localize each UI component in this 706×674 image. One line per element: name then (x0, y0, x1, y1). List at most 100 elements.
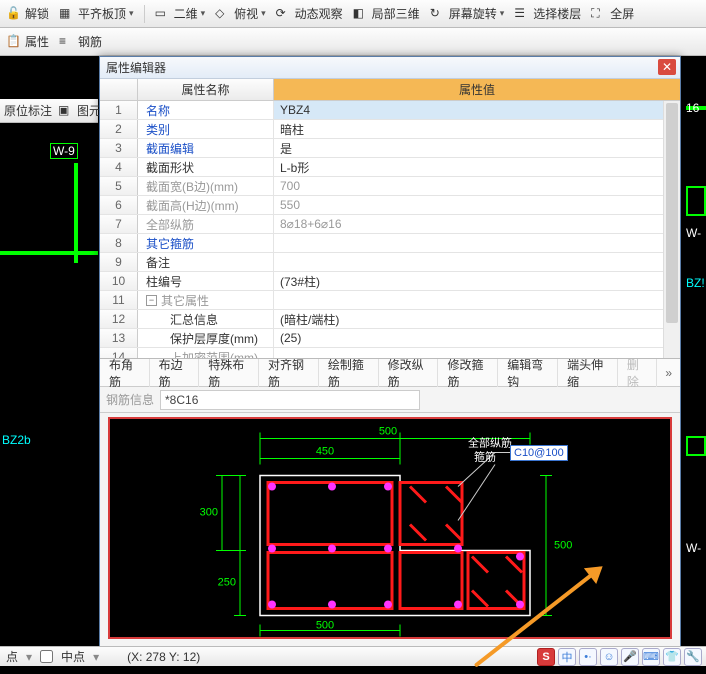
property-row[interactable]: 1名称YBZ4 (100, 101, 680, 120)
property-row[interactable]: 2类别暗柱 (100, 120, 680, 139)
property-value[interactable]: L-b形 (274, 158, 680, 176)
ime-sogou-icon[interactable]: S (537, 648, 555, 666)
dialog-titlebar[interactable]: 属性编辑器 ✕ (100, 57, 680, 79)
row-number: 11 (100, 291, 138, 309)
property-value[interactable]: 550 (274, 196, 680, 214)
inplace-label-button[interactable]: 原位标注 (4, 102, 52, 119)
tab-corner-bar[interactable]: 布角筋 (100, 359, 150, 387)
property-row[interactable]: 14上加密范围(mm) (100, 348, 680, 359)
ime-tool-icon[interactable]: 🔧 (684, 648, 702, 666)
local-3d-button[interactable]: ◧局部三维 (353, 5, 420, 22)
element-icon: ▣ (58, 103, 74, 119)
tab-align-bar[interactable]: 对齐钢筋 (259, 359, 319, 387)
rebar-button[interactable]: ≡钢筋 (59, 33, 102, 50)
tab-delete[interactable]: 删除 (618, 359, 657, 387)
property-value[interactable] (274, 234, 680, 252)
property-row[interactable]: 3截面编辑是 (100, 139, 680, 158)
ime-punct-icon[interactable]: •· (579, 648, 597, 666)
fullscreen-button[interactable]: ⛶全屏 (591, 5, 634, 22)
property-row[interactable]: 4截面形状L-b形 (100, 158, 680, 177)
property-value[interactable]: 700 (274, 177, 680, 195)
tabs-overflow[interactable]: » (657, 366, 680, 380)
property-grid: 属性名称 属性值 1名称YBZ42类别暗柱3截面编辑是4截面形状L-b形5截面宽… (100, 79, 680, 359)
property-value[interactable]: 是 (274, 139, 680, 157)
property-row[interactable]: 10柱编号(73#柱) (100, 272, 680, 291)
row-number: 14 (100, 348, 138, 359)
tab-special-bar[interactable]: 特殊布筋 (199, 359, 259, 387)
ime-lang-button[interactable]: 中 (558, 648, 576, 666)
row-number: 6 (100, 196, 138, 214)
property-name: 柱编号 (138, 272, 274, 290)
tab-edit-hook[interactable]: 编辑弯钩 (498, 359, 558, 387)
top-view-button[interactable]: ◇俯视▾ (215, 5, 266, 22)
svg-text:箍筋: 箍筋 (474, 450, 496, 464)
status-bar: 点 ▾ 中点 ▾ (X: 278 Y: 12) S 中 •· ☺ 🎤 ⌨ 👕 🔧 (0, 646, 706, 666)
property-row[interactable]: 9备注 (100, 253, 680, 272)
cad-right-label: W- (686, 541, 701, 555)
ime-voice-icon[interactable]: 🎤 (621, 648, 639, 666)
orbit-button[interactable]: ⟳动态观察 (276, 5, 343, 22)
property-value[interactable]: (暗柱/端柱) (274, 310, 680, 328)
unlock-button[interactable]: 🔓解锁 (6, 5, 49, 22)
property-row[interactable]: 11−其它属性 (100, 291, 680, 310)
property-row[interactable]: 13保护层厚度(mm)(25) (100, 329, 680, 348)
tab-modify-stirrup[interactable]: 修改箍筋 (438, 359, 498, 387)
cad-wall-h (0, 251, 98, 255)
row-number: 12 (100, 310, 138, 328)
property-value[interactable]: 8⌀18+6⌀16 (274, 215, 680, 233)
tree-toggle-icon[interactable]: − (146, 295, 157, 306)
tab-end-extend[interactable]: 端头伸缩 (558, 359, 618, 387)
align-slab-button[interactable]: ▦平齐板顶▾ (59, 5, 134, 22)
property-name: −其它属性 (138, 291, 274, 309)
scroll-thumb[interactable] (666, 103, 678, 323)
property-value[interactable]: 暗柱 (274, 120, 680, 138)
ime-keyboard-icon[interactable]: ⌨ (642, 648, 660, 666)
main-toolbar-2: 📋属性 ≡钢筋 (0, 28, 706, 56)
section-canvas[interactable]: 500 450 300 250 500 500 (108, 417, 672, 639)
element-button[interactable]: ▣图元 (58, 102, 101, 119)
grid-body[interactable]: 1名称YBZ42类别暗柱3截面编辑是4截面形状L-b形5截面宽(B边)(mm)7… (100, 101, 680, 359)
close-icon: ✕ (662, 60, 672, 74)
property-value[interactable] (274, 348, 680, 359)
property-row[interactable]: 8其它箍筋 (100, 234, 680, 253)
cad-label: W-9 (50, 143, 78, 159)
property-value[interactable]: YBZ4 (274, 101, 680, 119)
tab-modify-longitudinal[interactable]: 修改纵筋 (379, 359, 439, 387)
tab-edge-bar[interactable]: 布边筋 (150, 359, 200, 387)
property-name: 备注 (138, 253, 274, 271)
close-button[interactable]: ✕ (658, 59, 676, 75)
cad-viewport-left[interactable]: W-9 BZ2b (0, 123, 98, 646)
stirrup-edit-input[interactable]: C10@100 (510, 445, 568, 461)
row-number: 5 (100, 177, 138, 195)
2d-button[interactable]: ▭二维▾ (155, 5, 206, 22)
topview-icon: ◇ (215, 6, 231, 22)
col-header-value[interactable]: 属性值 (274, 79, 680, 100)
rebar-info-input[interactable] (160, 390, 420, 410)
property-row[interactable]: 6截面高(H边)(mm)550 (100, 196, 680, 215)
property-row[interactable]: 5截面宽(B边)(mm)700 (100, 177, 680, 196)
property-name: 全部纵筋 (138, 215, 274, 233)
tab-draw-stirrup[interactable]: 绘制箍筋 (319, 359, 379, 387)
properties-button[interactable]: 📋属性 (6, 33, 49, 50)
rebar-tabs: 布角筋 布边筋 特殊布筋 对齐钢筋 绘制箍筋 修改纵筋 修改箍筋 编辑弯钩 端头… (100, 359, 680, 387)
svg-text:300: 300 (200, 507, 218, 519)
select-floor-button[interactable]: ☰选择楼层 (514, 5, 581, 22)
screen-rotate-button[interactable]: ↻屏幕旋转▾ (430, 5, 505, 22)
ime-skin-icon[interactable]: 👕 (663, 648, 681, 666)
midpoint-checkbox[interactable] (40, 650, 53, 663)
property-value[interactable] (274, 253, 680, 271)
grid-scrollbar[interactable] (663, 101, 680, 358)
property-value[interactable]: (73#柱) (274, 272, 680, 290)
snap-point-label: 点 (6, 648, 18, 665)
col-header-name[interactable]: 属性名称 (138, 79, 274, 100)
svg-text:500: 500 (554, 540, 572, 552)
property-row[interactable]: 12汇总信息(暗柱/端柱) (100, 310, 680, 329)
cad-viewport-right[interactable]: 16 W- BZ! W- (686, 56, 706, 646)
property-value[interactable]: (25) (274, 329, 680, 347)
main-toolbar-1: 🔓解锁 ▦平齐板顶▾ ▭二维▾ ◇俯视▾ ⟳动态观察 ◧局部三维 ↻屏幕旋转▾ … (0, 0, 706, 28)
svg-text:450: 450 (316, 446, 334, 458)
property-row[interactable]: 7全部纵筋8⌀18+6⌀16 (100, 215, 680, 234)
ime-emoji-icon[interactable]: ☺ (600, 648, 618, 666)
property-value[interactable] (274, 291, 680, 309)
slab-icon: ▦ (59, 6, 75, 22)
